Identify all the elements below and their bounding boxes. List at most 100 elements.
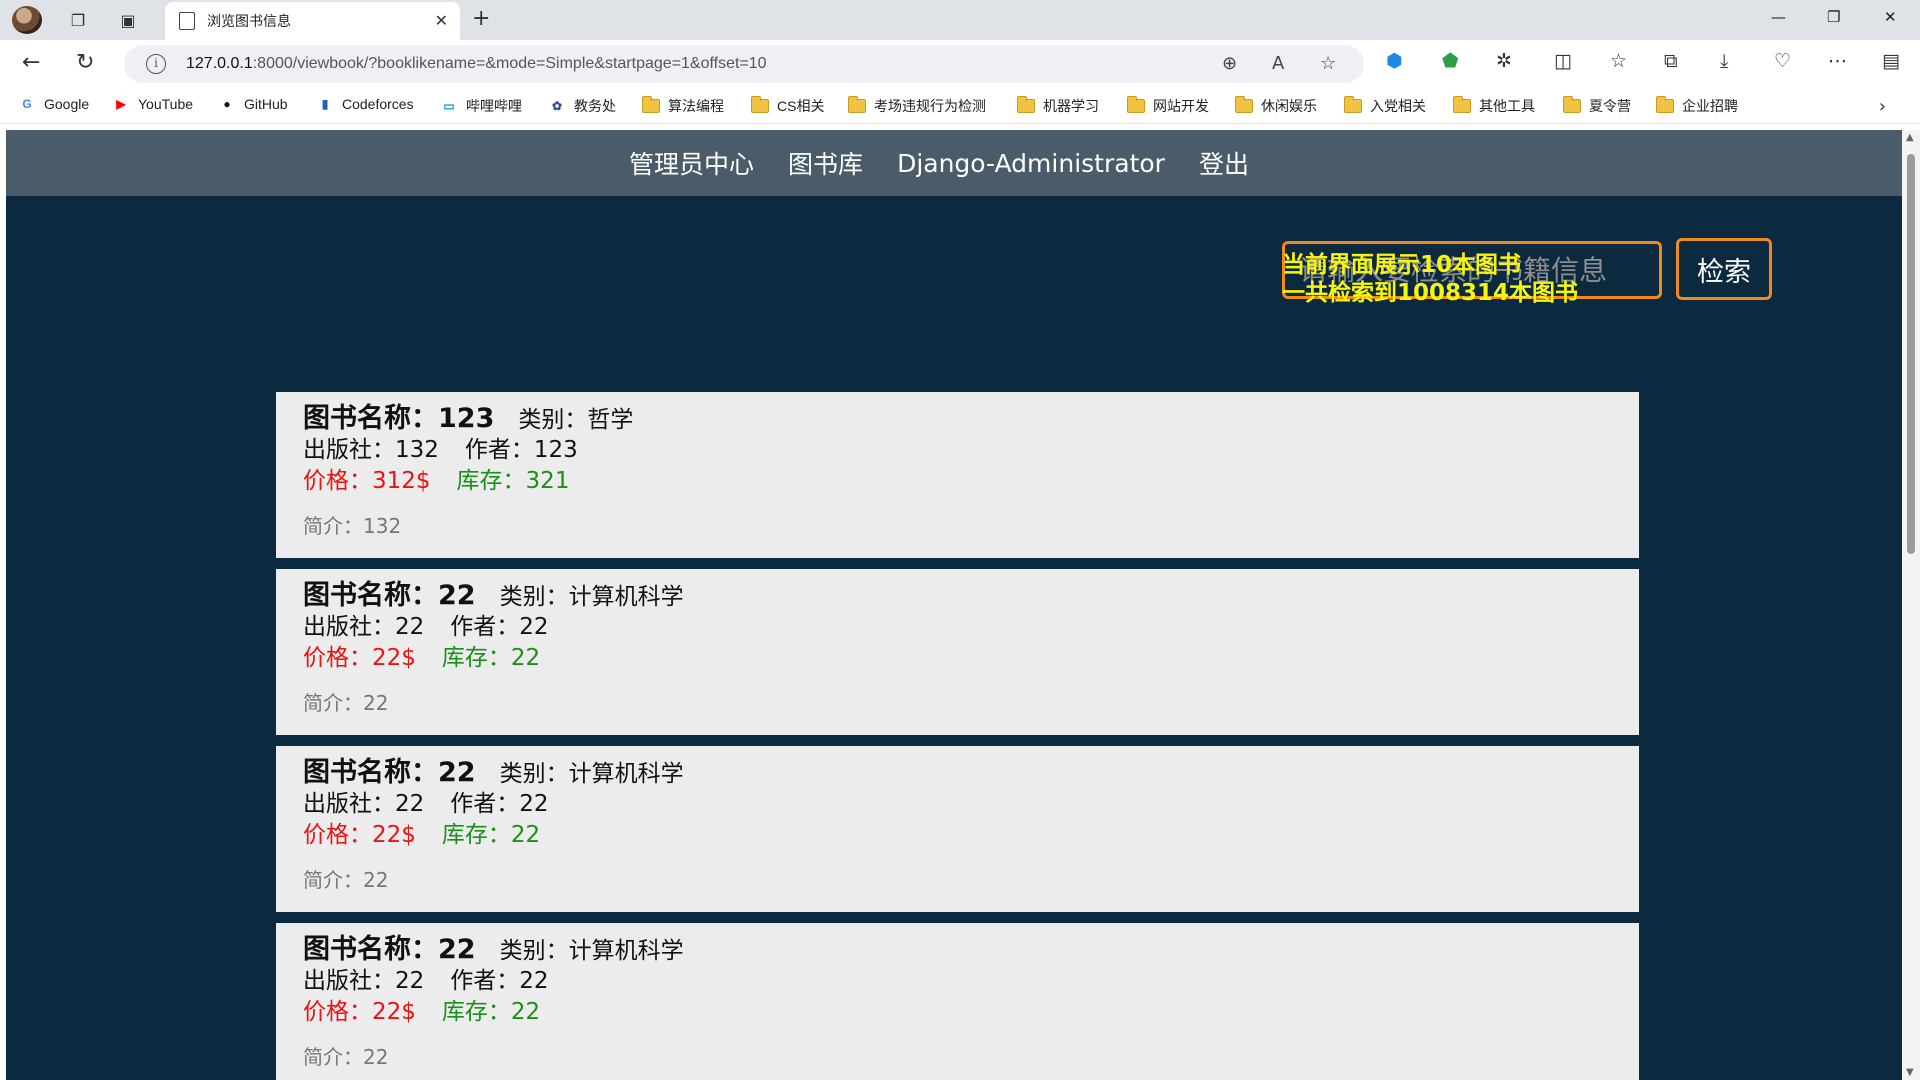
nav-admin-center[interactable]: 管理员中心 [629, 145, 754, 181]
book-publisher: 出版社：132 [303, 437, 439, 463]
book-card[interactable]: 图书名称： 22 类别：计算机科学 出版社：22 作者：22 价格：22$ 库存：22 简介：… [276, 923, 1639, 1080]
nav-django-admin[interactable]: Django-Administrator [897, 149, 1165, 178]
address-bar[interactable]: i 127.0.0.1:8000/viewbook/?booklikename=… [124, 45, 1364, 83]
extension-shield-green-icon[interactable]: ⬟ [1442, 50, 1459, 72]
book-category: 类别：哲学 [518, 407, 634, 433]
book-price: 价格：22$ [303, 645, 416, 671]
scroll-up-icon[interactable]: ▲ [1906, 132, 1914, 143]
bookmark-item[interactable]: 企业招聘 [1656, 96, 1738, 116]
bookmark-label: YouTube [138, 96, 194, 112]
book-author: 作者：22 [450, 968, 549, 994]
window-close-icon[interactable]: ✕ [1884, 8, 1897, 26]
book-meta-row: 出版社：22 作者：22 [303, 784, 549, 818]
book-stock: 库存：321 [456, 468, 570, 494]
zoom-icon[interactable]: ⊕ [1222, 53, 1237, 74]
browser-essentials-icon[interactable]: ♡ [1774, 50, 1791, 72]
bookmark-label: 网站开发 [1153, 98, 1209, 114]
bookmark-label: 哔哩哔哩 [466, 98, 522, 114]
bookmark-item[interactable]: 其他工具 [1453, 96, 1535, 116]
more-bookmarks-icon[interactable]: › [1879, 96, 1886, 117]
folder-icon [642, 96, 660, 113]
search-button[interactable]: 检索 [1676, 238, 1772, 300]
bookmark-label: GitHub [244, 96, 288, 112]
book-card[interactable]: 图书名称： 22 类别：计算机科学 出版社：22 作者：22 价格：22$ 库存：22 简介：… [276, 569, 1639, 735]
scroll-down-icon[interactable]: ▼ [1906, 1067, 1914, 1078]
scrollbar-thumb[interactable] [1907, 154, 1915, 554]
active-tab[interactable]: 浏览图书信息 ✕ [165, 2, 460, 40]
bookmarks-bar: G Google ▶ YouTube ● GitHub ▮ Codeforces ▭ 哔哩哔哩 ✿ 教… [0, 88, 1920, 124]
read-aloud-icon[interactable]: A [1272, 53, 1284, 74]
book-author: 作者：22 [450, 791, 549, 817]
bookmark-label: 其他工具 [1479, 98, 1535, 114]
page-viewport: 管理员中心 图书库 Django-Administrator 登出 检索 当前界… [6, 130, 1902, 1080]
split-screen-icon[interactable]: ◫ [1554, 50, 1572, 72]
extensions-icon[interactable]: ✲ [1496, 50, 1512, 72]
bookmark-item[interactable]: ▶ YouTube [112, 96, 193, 112]
tab-actions-icon[interactable]: ▣ [114, 6, 142, 34]
tab-title: 浏览图书信息 [207, 14, 291, 30]
book-card[interactable]: 图书名称： 123 类别：哲学 出版社：132 作者：123 价格：312$ 库存：321 简… [276, 392, 1639, 558]
bookmark-item[interactable]: ▮ Codeforces [316, 96, 414, 112]
book-meta-row: 出版社：22 作者：22 [303, 607, 549, 641]
book-price: 价格：312$ [303, 468, 431, 494]
bookmark-item[interactable]: 考场违规行为检测 [848, 96, 986, 116]
bookmark-item[interactable]: ● GitHub [218, 96, 288, 112]
bookmark-item[interactable]: 机器学习 [1017, 96, 1099, 116]
bookmark-item[interactable]: ✿ 教务处 [548, 96, 616, 116]
favorites-icon[interactable]: ☆ [1610, 50, 1627, 72]
book-card[interactable]: 图书名称： 22 类别：计算机科学 出版社：22 作者：22 价格：22$ 库存：22 简介：… [276, 746, 1639, 912]
folder-icon [1656, 96, 1674, 113]
page-scrollbar[interactable]: ▲ ▼ [1902, 130, 1920, 1080]
restore-icon[interactable]: ❐ [1827, 8, 1840, 26]
folder-icon [848, 96, 866, 113]
book-meta-row: 出版社：132 作者：123 [303, 430, 578, 464]
bookmark-label: 教务处 [574, 98, 616, 114]
more-menu-icon[interactable]: ⋯ [1828, 50, 1847, 72]
nav-library[interactable]: 图书库 [788, 145, 863, 181]
book-publisher: 出版社：22 [303, 968, 425, 994]
bookmark-item[interactable]: 休闲娱乐 [1235, 96, 1317, 116]
bookmark-item[interactable]: ▭ 哔哩哔哩 [440, 96, 522, 116]
bookmark-item[interactable]: 夏令营 [1563, 96, 1631, 116]
collections-toolbar-icon[interactable]: ⧉ [1664, 50, 1678, 72]
profile-avatar[interactable] [12, 6, 42, 34]
school-icon: ✿ [551, 99, 563, 113]
bookmark-label: 企业招聘 [1682, 98, 1738, 114]
extension-shield-blue-icon[interactable]: ⬢ [1386, 50, 1403, 72]
folder-icon [751, 96, 769, 113]
url-text[interactable]: 127.0.0.1:8000/viewbook/?booklikename=&m… [186, 55, 767, 73]
bookmark-item[interactable]: G Google [18, 96, 89, 112]
folder-icon [1453, 96, 1471, 113]
new-tab-icon[interactable]: + [472, 6, 490, 31]
sidebar-toggle-icon[interactable]: ▤ [1882, 50, 1900, 72]
book-author: 作者：22 [450, 614, 549, 640]
nav-logout[interactable]: 登出 [1199, 145, 1249, 181]
book-stock: 库存：22 [441, 999, 541, 1025]
book-publisher: 出版社：22 [303, 614, 425, 640]
bookmark-label: 考场违规行为检测 [874, 98, 986, 114]
downloads-icon[interactable]: ⤓ [1720, 50, 1728, 72]
book-price: 价格：22$ [303, 822, 416, 848]
folder-icon [1127, 96, 1145, 113]
bookmark-label: Google [44, 96, 90, 112]
book-price-row: 价格：22$ 库存：22 [303, 638, 540, 672]
book-meta-row: 出版社：22 作者：22 [303, 961, 549, 995]
back-icon[interactable]: ← [22, 50, 40, 75]
close-tab-icon[interactable]: ✕ [435, 11, 448, 30]
collections-icon[interactable]: ❐ [64, 6, 92, 34]
site-info-icon[interactable]: i [146, 54, 166, 74]
folder-icon [1344, 96, 1362, 113]
book-intro: 简介：22 [303, 868, 389, 892]
book-price-row: 价格：22$ 库存：22 [303, 815, 540, 849]
google-icon: G [22, 97, 32, 111]
bookmark-item[interactable]: 入党相关 [1344, 96, 1426, 116]
minimize-icon[interactable]: — [1771, 8, 1786, 26]
bookmark-label: Codeforces [342, 96, 414, 112]
favorite-star-icon[interactable]: ☆ [1320, 53, 1336, 74]
book-price: 价格：22$ [303, 999, 416, 1025]
book-category: 类别：计算机科学 [499, 584, 684, 610]
bookmark-item[interactable]: 算法编程 [642, 96, 724, 116]
refresh-icon[interactable]: ↻ [76, 50, 94, 75]
bookmark-item[interactable]: CS相关 [751, 96, 824, 116]
bookmark-item[interactable]: 网站开发 [1127, 96, 1209, 116]
